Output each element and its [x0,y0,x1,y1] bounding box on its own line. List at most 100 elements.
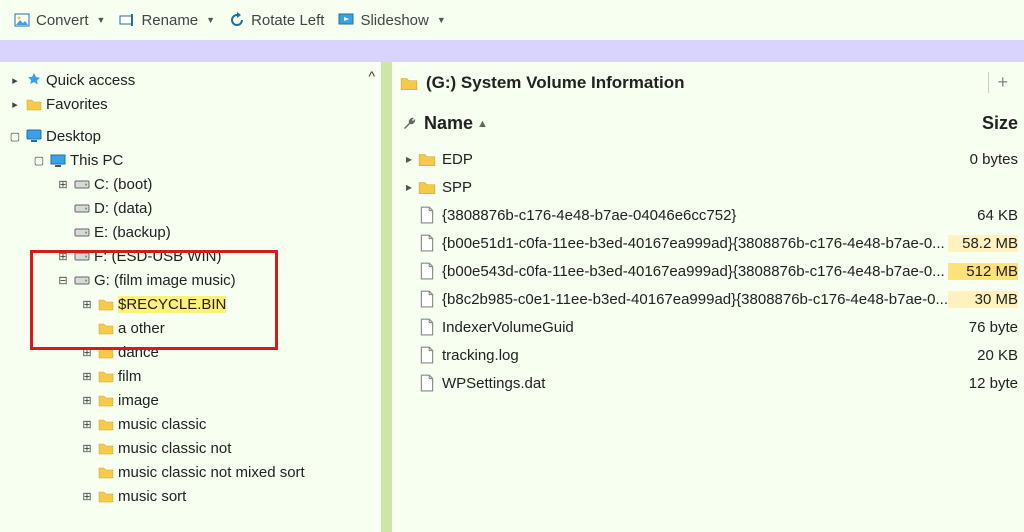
file-row[interactable]: tracking.log20 KB [392,341,1024,369]
tree-folder-item[interactable]: ⊞music classic [4,412,381,436]
column-name-label: Name [424,113,473,134]
column-name[interactable]: Name ▲ [424,113,948,134]
expand-icon[interactable]: ⊞ [80,298,94,311]
slideshow-button[interactable]: Slideshow ▼ [334,10,449,31]
tree-label: Quick access [46,72,135,89]
expand-icon[interactable]: ⊞ [80,394,94,407]
wrench-icon[interactable] [402,116,418,132]
tree-folder-item[interactable]: ⊞music sort [4,484,381,508]
drive-icon [74,224,90,240]
expand-icon[interactable]: ⊞ [80,346,94,359]
folder-icon [98,440,114,456]
file-size: 12 byte [948,375,1018,392]
folder-row[interactable]: ▸EDP0 bytes [392,145,1024,173]
file-name: {b00e51d1-c0fa-11ee-b3ed-40167ea999ad}{3… [442,235,948,252]
folder-icon [98,416,114,432]
file-row[interactable]: WPSettings.dat12 byte [392,369,1024,397]
ribbon-band [0,40,1024,62]
expand-icon[interactable]: ▸ [402,180,416,194]
tree-label: music classic not mixed sort [118,464,305,481]
tree-favorites[interactable]: ▸ Favorites [4,92,381,116]
tree-drive-d[interactable]: D: (data) [4,196,381,220]
tree-label: C: (boot) [94,176,152,193]
tree-folder-item[interactable]: ⊞$RECYCLE.BIN [4,292,381,316]
folder-tree: ^ ▸ Quick access ▸ Favorites ▢ Desktop ▢… [0,62,381,532]
tree-drive-e[interactable]: E: (backup) [4,220,381,244]
tree-drive-f[interactable]: ⊞ F: (ESD-USB WIN) [4,244,381,268]
drive-icon [74,200,90,216]
tree-folder-item[interactable]: ⊞ film [4,364,381,388]
list-header: Name ▲ Size [392,103,1024,145]
pc-icon [50,152,66,168]
file-name: EDP [442,151,948,168]
expand-icon[interactable]: ⊞ [56,250,70,263]
folder-row[interactable]: ▸SPP [392,173,1024,201]
add-tab-button[interactable]: + [988,72,1016,93]
folder-icon [400,74,418,92]
expand-icon[interactable]: ⊞ [80,418,94,431]
file-row[interactable]: IndexerVolumeGuid76 byte [392,313,1024,341]
tree-label: film [118,368,141,385]
tree-folder-item[interactable]: ⊞ image [4,388,381,412]
convert-label: Convert [36,12,89,29]
folder-icon [26,96,42,112]
file-list-pane: (G:) System Volume Information + Name ▲ … [392,62,1024,532]
collapse-icon[interactable]: ⊟ [56,274,70,287]
file-icon [418,262,436,280]
expand-icon[interactable]: ⊞ [80,370,94,383]
file-row[interactable]: {3808876b-c176-4e48-b7ae-04046e6cc752}64… [392,201,1024,229]
file-size: 76 byte [948,319,1018,336]
file-icon [418,290,436,308]
monitor-icon [26,128,42,144]
drive-icon [74,272,90,288]
expand-icon[interactable]: ▸ [402,152,416,166]
tree-folder-item[interactable]: music classic not mixed sort [4,460,381,484]
folder-icon [98,464,114,480]
column-size[interactable]: Size [948,113,1018,134]
star-icon [26,72,42,88]
breadcrumb: (G:) System Volume Information + [392,62,1024,103]
collapse-icon[interactable]: ▢ [32,154,46,167]
expand-icon[interactable]: ⊞ [80,490,94,503]
expand-icon[interactable]: ⊞ [80,442,94,455]
folder-icon [98,344,114,360]
folder-icon [98,296,114,312]
folder-icon [98,320,114,336]
file-row[interactable]: {b8c2b985-c0e1-11ee-b3ed-40167ea999ad}{3… [392,285,1024,313]
tree-label: dance [118,344,159,361]
tree-label: Desktop [46,128,101,145]
chevron-down-icon: ▼ [206,15,215,25]
tree-drive-g[interactable]: ⊟ G: (film image music) [4,268,381,292]
rename-button[interactable]: Rename ▼ [115,10,219,31]
file-size: 20 KB [948,347,1018,364]
file-row[interactable]: {b00e543d-c0fa-11ee-b3ed-40167ea999ad}{3… [392,257,1024,285]
file-row[interactable]: {b00e51d1-c0fa-11ee-b3ed-40167ea999ad}{3… [392,229,1024,257]
rename-icon [119,12,135,28]
tree-scroll-up[interactable]: ^ [369,68,376,84]
folder-icon [98,488,114,504]
tree-label: G: (film image music) [94,272,236,289]
tree-quick-access[interactable]: ▸ Quick access [4,68,381,92]
folder-icon [98,368,114,384]
rotate-left-button[interactable]: Rotate Left [225,10,328,31]
convert-button[interactable]: Convert ▼ [10,10,109,31]
folder-icon [98,392,114,408]
tree-label: E: (backup) [94,224,171,241]
tree-label: image [118,392,159,409]
tree-label: a other [118,320,165,337]
tree-drive-c[interactable]: ⊞ C: (boot) [4,172,381,196]
file-name: IndexerVolumeGuid [442,319,948,336]
expand-icon[interactable]: ▸ [8,74,22,87]
file-name: WPSettings.dat [442,375,948,392]
tree-folder-item[interactable]: ⊞ dance [4,340,381,364]
collapse-icon[interactable]: ▢ [8,130,22,143]
expand-icon[interactable]: ▸ [8,98,22,111]
tree-this-pc[interactable]: ▢ This PC [4,148,381,172]
breadcrumb-title: (G:) System Volume Information [426,73,685,93]
tree-folder-item[interactable]: ⊞music classic not [4,436,381,460]
tree-desktop[interactable]: ▢ Desktop [4,124,381,148]
tree-folder-item[interactable]: a other [4,316,381,340]
pane-splitter[interactable] [381,62,392,532]
file-icon [418,234,436,252]
expand-icon[interactable]: ⊞ [56,178,70,191]
